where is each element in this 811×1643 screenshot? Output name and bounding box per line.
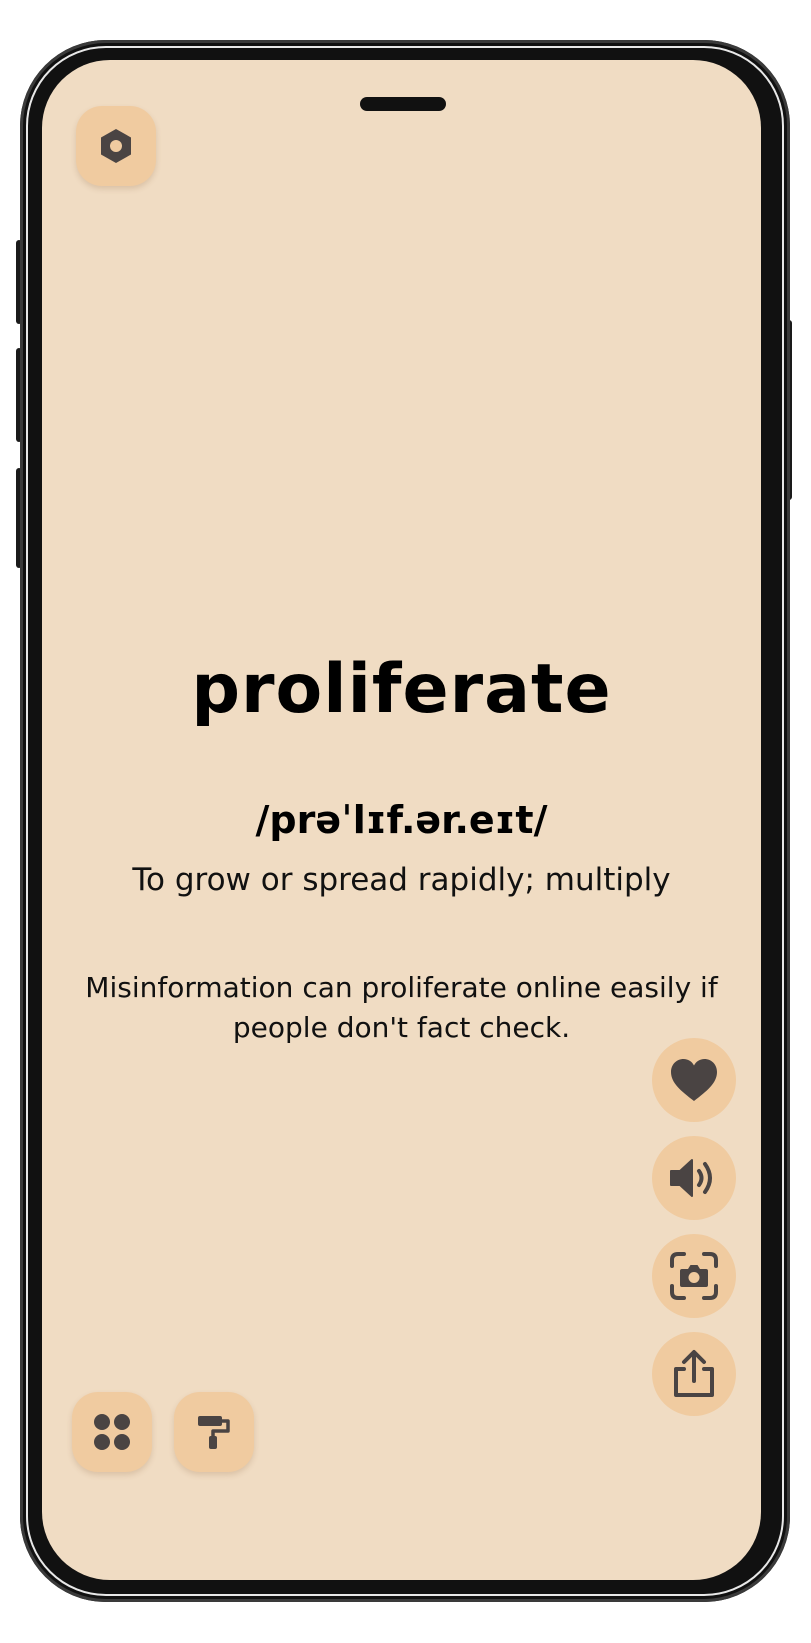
grid-icon xyxy=(92,1412,132,1452)
share-icon xyxy=(670,1349,718,1399)
heart-icon xyxy=(669,1057,719,1103)
settings-button[interactable] xyxy=(76,106,156,186)
pronounce-button[interactable] xyxy=(652,1136,736,1220)
themes-button[interactable] xyxy=(174,1392,254,1472)
app-screen: proliferate /prəˈlɪf.ər.eɪt/ To grow or … xyxy=(42,60,761,1580)
camera-icon xyxy=(668,1250,720,1302)
screenshot-button[interactable] xyxy=(652,1234,736,1318)
favorite-button[interactable] xyxy=(652,1038,736,1122)
speaker-icon xyxy=(668,1156,720,1200)
share-button[interactable] xyxy=(652,1332,736,1416)
pronunciation-text: /prəˈlɪf.ər.eɪt/ xyxy=(255,798,548,842)
word-title: proliferate xyxy=(191,650,612,729)
categories-button[interactable] xyxy=(72,1392,152,1472)
page: proliferate /prəˈlɪf.ər.eɪt/ To grow or … xyxy=(0,0,811,1643)
example-sentence: Misinformation can proliferate online ea… xyxy=(85,971,718,1044)
notch-pill xyxy=(360,97,446,111)
hexagon-settings-icon xyxy=(96,126,136,166)
definition-text: To grow or spread rapidly; multiply xyxy=(132,862,671,898)
paint-roller-icon xyxy=(194,1412,234,1452)
